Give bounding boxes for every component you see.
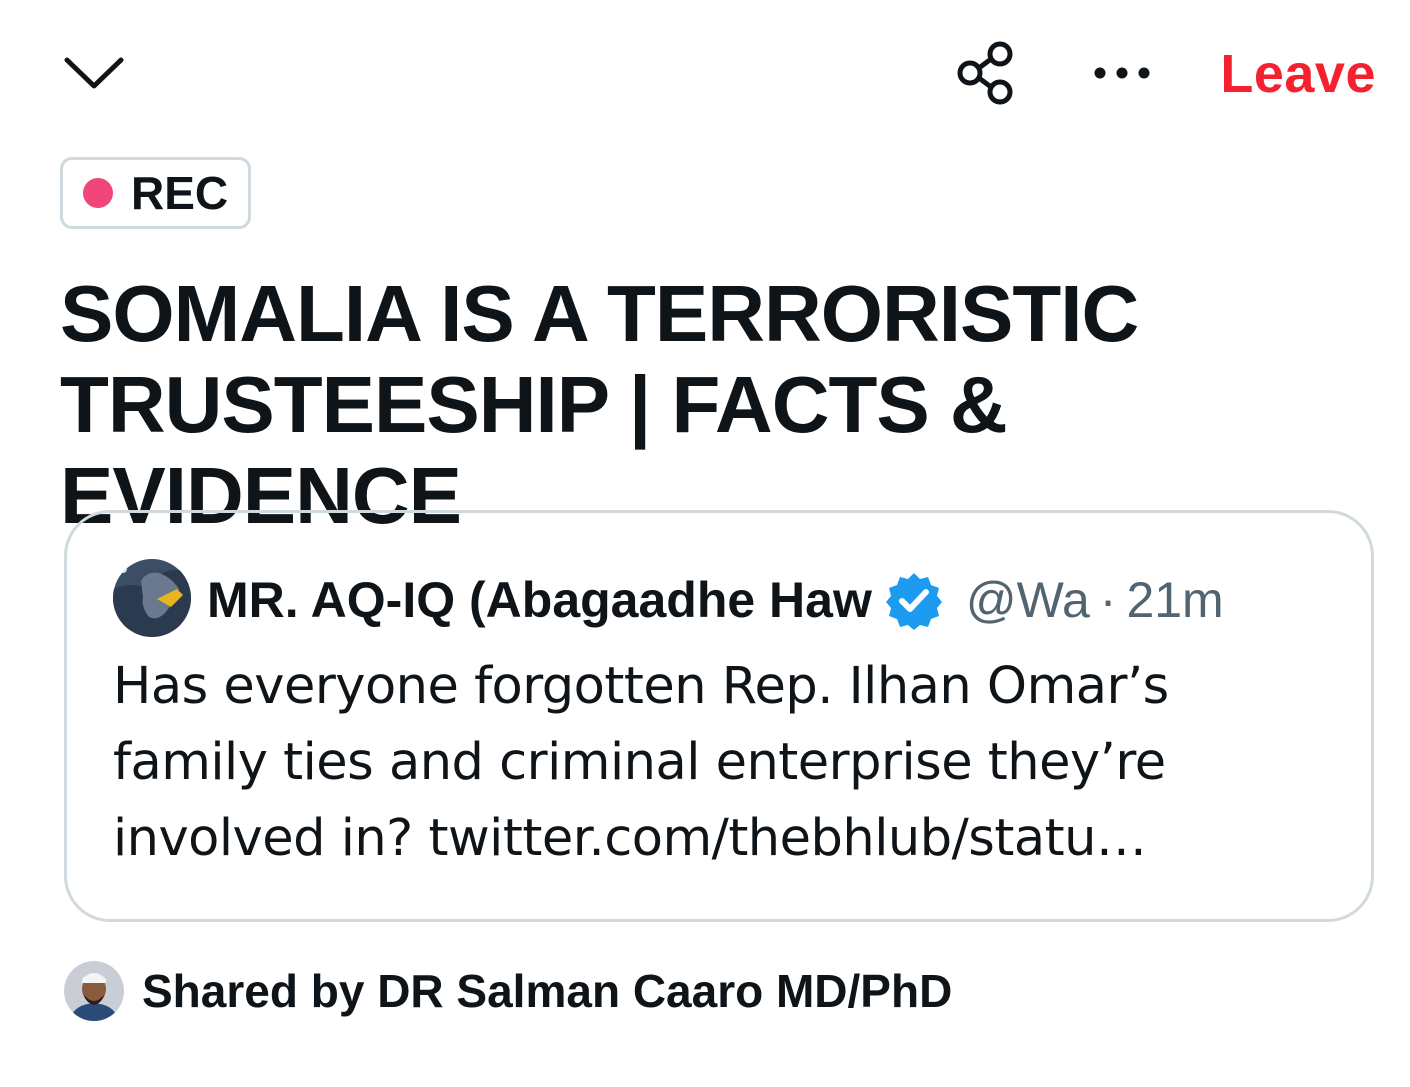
collapse-button[interactable] xyxy=(58,48,130,96)
quoted-post-text: Has everyone forgotten Rep. Ilhan Omar’s… xyxy=(113,657,1169,868)
recording-label: REC xyxy=(131,167,229,219)
share-nodes-icon xyxy=(957,41,1013,105)
quoted-author-handle[interactable]: @Wa xyxy=(966,571,1090,629)
shared-by-label: Shared by DR Salman Caaro MD/PhD xyxy=(142,965,953,1017)
quoted-post-card[interactable]: MR. AQ-IQ (Abagaadhe Haw @Wa · 21m Has e… xyxy=(64,510,1374,922)
leave-button[interactable]: Leave xyxy=(1220,40,1376,108)
top-bar: Leave xyxy=(0,0,1410,140)
recording-badge: REC xyxy=(60,157,252,229)
quoted-post-header: MR. AQ-IQ (Abagaadhe Haw @Wa · 21m xyxy=(207,565,1347,635)
recording-dot-icon xyxy=(83,178,113,208)
quoted-author-name[interactable]: MR. AQ-IQ (Abagaadhe Haw xyxy=(207,571,872,629)
shared-by-row: Shared by DR Salman Caaro MD/PhD xyxy=(64,960,952,1022)
quoted-author-avatar[interactable] xyxy=(113,559,191,637)
verified-badge-icon xyxy=(885,573,942,630)
more-horizontal-icon xyxy=(1094,67,1150,79)
space-title: SOMALIA IS A TERRORISTIC TRUSTEESHIP | F… xyxy=(60,269,1139,540)
more-options-button[interactable] xyxy=(1086,50,1158,96)
post-timestamp: 21m xyxy=(1126,572,1224,628)
chevron-down-icon xyxy=(64,57,124,89)
share-button[interactable] xyxy=(948,38,1024,108)
header-separator: · xyxy=(1099,572,1117,628)
sharer-avatar[interactable] xyxy=(64,961,124,1021)
